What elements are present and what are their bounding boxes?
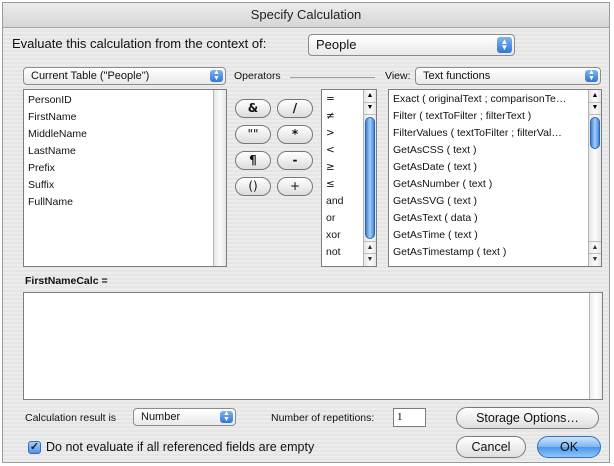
formula-label: FirstNameCalc = [25, 275, 108, 287]
repetitions-input[interactable]: 1 [393, 408, 426, 427]
scroll-thumb[interactable] [365, 117, 375, 239]
scroll-down-arrow-icon[interactable]: ▼ [589, 253, 601, 266]
context-popup-value: People [316, 37, 357, 52]
list-item[interactable]: Filter ( textToFilter ; filterText ) [389, 108, 601, 125]
formula-text [24, 293, 602, 299]
view-popup[interactable]: Text functions ▲ ▼ [415, 67, 601, 85]
popup-arrows-icon: ▲ ▼ [585, 69, 598, 82]
list-item[interactable]: Exact ( originalText ; comparisonTe… [389, 91, 601, 108]
table-popup[interactable]: Current Table ("People") ▲ ▼ [23, 67, 226, 85]
result-type-value: Number [141, 411, 181, 423]
scroll-down-arrow-icon[interactable]: ▼ [364, 102, 376, 115]
fields-scrollbar[interactable] [213, 90, 226, 266]
operator-parentheses-button[interactable]: () [235, 177, 271, 196]
fields-list[interactable]: PersonID FirstName MiddleName LastName P… [23, 89, 227, 267]
operators-scrollbar[interactable]: ▲ ▼ ▲ ▼ [363, 90, 376, 266]
operator-ampersand-button[interactable]: & [235, 99, 271, 118]
view-label: View: [385, 70, 411, 82]
operator-pilcrow-button[interactable]: ¶ [235, 151, 271, 170]
formula-scrollbar[interactable] [589, 293, 602, 399]
view-popup-value: Text functions [423, 70, 491, 82]
list-item[interactable]: FilterValues ( textToFilter ; filterVal… [389, 125, 601, 142]
list-item[interactable]: MiddleName [24, 126, 226, 143]
repetitions-label: Number of repetitions: [271, 412, 375, 424]
list-item[interactable]: Prefix [24, 160, 226, 177]
list-item[interactable]: LastName [24, 143, 226, 160]
dialog-title: Specify Calculation [3, 3, 609, 28]
context-label: Evaluate this calculation from the conte… [12, 36, 267, 51]
list-item[interactable]: Suffix [24, 177, 226, 194]
list-item[interactable]: FullName [24, 194, 226, 211]
operator-plus-button[interactable]: + [277, 177, 313, 196]
list-item[interactable]: GetAsNumber ( text ) [389, 176, 601, 193]
result-type-popup[interactable]: Number ▲ ▼ [133, 408, 236, 426]
operators-list[interactable]: = ≠ > < ≥ ≤ and or xor not ▲ ▼ ▲ ▼ [321, 89, 377, 267]
popup-arrows-icon: ▲ ▼ [497, 37, 512, 53]
list-item[interactable]: PersonID [24, 92, 226, 109]
popup-arrows-icon: ▲ ▼ [210, 69, 223, 82]
operator-minus-button[interactable]: - [277, 151, 313, 170]
popup-arrows-icon: ▲ ▼ [220, 410, 233, 423]
operators-label: Operators [234, 70, 281, 82]
list-item[interactable]: GetAsCSS ( text ) [389, 142, 601, 159]
operators-divider [290, 77, 375, 78]
ok-button[interactable]: OK [537, 436, 601, 458]
formula-text-area[interactable] [23, 292, 603, 400]
list-item[interactable]: GetAsDate ( text ) [389, 159, 601, 176]
context-popup[interactable]: People ▲ ▼ [308, 34, 515, 56]
list-item[interactable]: GetAsSVG ( text ) [389, 193, 601, 210]
do-not-evaluate-checkbox[interactable]: ✓ [28, 441, 41, 454]
list-item[interactable]: GetAsText ( data ) [389, 210, 601, 227]
operator-quotes-button[interactable]: "" [235, 125, 271, 144]
specify-calculation-dialog: Specify Calculation Evaluate this calcul… [2, 2, 610, 463]
list-item[interactable]: GetAsTimestamp ( text ) [389, 244, 601, 261]
functions-scrollbar[interactable]: ▲ ▼ ▲ ▼ [588, 90, 601, 266]
cancel-button[interactable]: Cancel [456, 436, 526, 458]
operator-multiply-button[interactable]: * [277, 125, 313, 144]
result-label: Calculation result is [25, 412, 117, 424]
functions-list[interactable]: Exact ( originalText ; comparisonTe… Fil… [388, 89, 602, 267]
scroll-down-arrow-icon[interactable]: ▼ [589, 102, 601, 115]
scroll-thumb[interactable] [590, 117, 600, 149]
storage-options-button[interactable]: Storage Options… [456, 407, 599, 429]
scroll-down-arrow-icon[interactable]: ▼ [364, 253, 376, 266]
list-item[interactable]: GetAsTime ( text ) [389, 227, 601, 244]
do-not-evaluate-label: Do not evaluate if all referenced fields… [46, 440, 315, 454]
operator-divide-button[interactable]: / [277, 99, 313, 118]
list-item[interactable]: FirstName [24, 109, 226, 126]
table-popup-value: Current Table ("People") [31, 70, 150, 82]
